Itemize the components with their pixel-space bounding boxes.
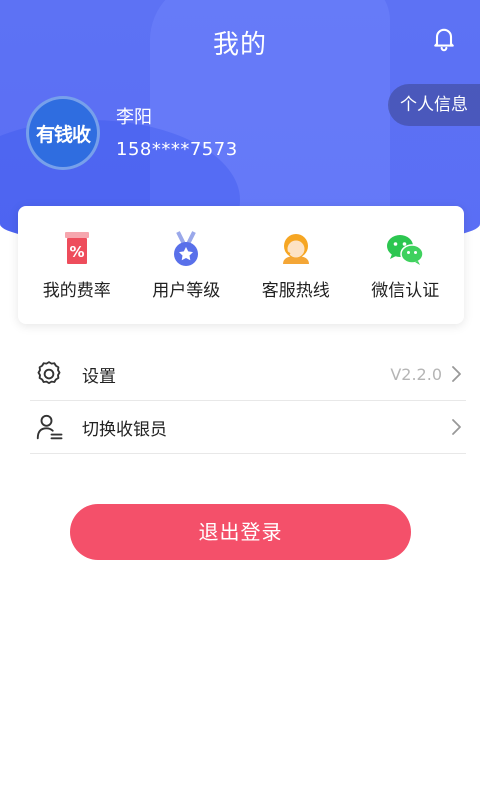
avatar[interactable]: 有钱收 [26,96,100,170]
menu-item-label: 设置 [82,366,116,387]
menu-item-switch-cashier[interactable]: 切换收银员 [30,401,466,454]
quick-action-label: 我的费率 [42,280,111,301]
menu-item-label: 切换收银员 [82,419,167,440]
switch-user-icon [36,414,63,440]
menu-item-settings[interactable]: 设置 V2.2.0 [30,348,466,401]
quick-action-rate[interactable]: % 我的费率 [27,230,127,301]
user-name: 李阳 [116,107,152,128]
logout-button[interactable]: 退出登录 [70,504,411,560]
quick-action-label: 客服热线 [261,280,330,301]
rate-icon: % [64,231,89,264]
svg-text:%: % [69,243,84,261]
medal-icon [174,230,199,266]
app-version: V2.2.0 [390,364,442,384]
bell-icon[interactable] [430,24,458,52]
personal-info-button[interactable]: 个人信息 [388,84,480,126]
page-title: 我的 [212,30,267,60]
chevron-right-icon [452,366,461,382]
avatar-logo-text: 有钱收 [35,123,91,146]
settings-menu: 设置 V2.2.0 切换收银员 [30,348,466,454]
gear-icon [37,361,61,385]
chevron-right-icon [452,419,461,435]
quick-action-label: 微信认证 [371,280,440,301]
quick-action-user-level[interactable]: 用户等级 [136,230,236,301]
quick-actions-card: % 我的费率 用户等级 客服热线 微信认证 [18,206,464,324]
quick-action-label: 用户等级 [152,280,221,301]
user-phone: 158****7573 [116,139,238,160]
quick-action-wechat[interactable]: 微信认证 [355,230,455,301]
customer-service-icon [282,233,309,264]
wechat-icon [387,234,424,265]
quick-action-customer-service[interactable]: 客服热线 [246,230,346,301]
